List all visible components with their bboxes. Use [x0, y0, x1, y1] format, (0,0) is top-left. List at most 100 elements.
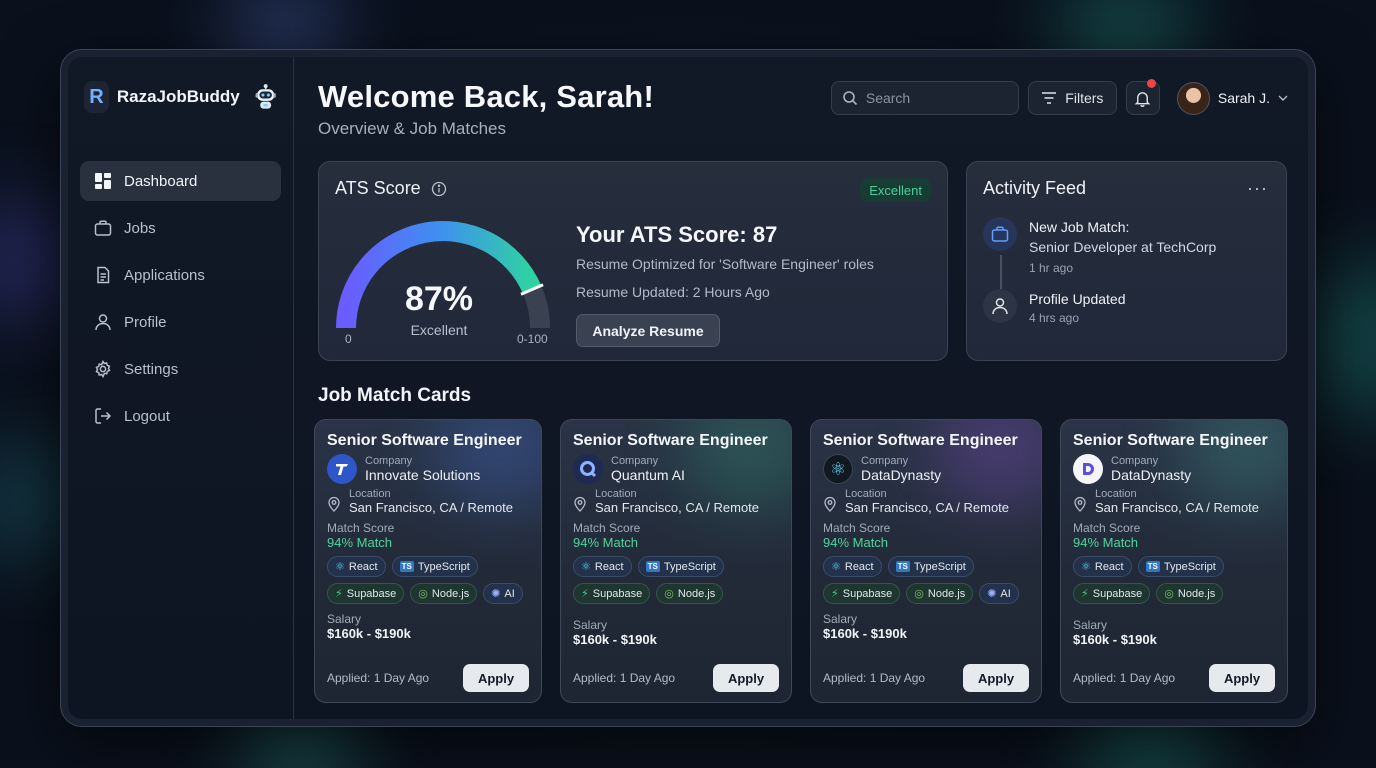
more-icon[interactable]: ··· — [1247, 178, 1268, 199]
tag-label: Supabase — [842, 587, 893, 600]
location-pin-icon — [328, 496, 340, 512]
company-name: DataDynasty — [861, 467, 942, 483]
salary-value: $160k - $190k — [327, 626, 411, 641]
skill-tags: ⚛ React TS TypeScript ⚡ Supabase ◎ Node.js — [573, 556, 779, 604]
brand[interactable]: R RazaJobBuddy — [80, 79, 281, 115]
apply-button[interactable]: Apply — [463, 664, 529, 692]
user-name: Sarah J. — [1217, 90, 1270, 106]
skill-tags: ⚛ React TS TypeScript ⚡ Supabase ◎ Node.js ✺… — [327, 556, 529, 604]
location-pin-icon — [1074, 496, 1086, 512]
tag-react[interactable]: ⚛ React — [327, 556, 386, 577]
chevron-down-icon — [1278, 95, 1288, 101]
react-icon: ⚛ — [831, 561, 841, 573]
tag-typescript[interactable]: TS TypeScript — [637, 556, 724, 577]
page-title: Welcome Back, Sarah! — [318, 79, 654, 114]
tag-label: React — [594, 560, 624, 573]
ats-heading: Your ATS Score: 87 — [576, 222, 778, 247]
sidebar-item-label: Applications — [124, 266, 205, 284]
activity-item[interactable]: Profile Updated 4 hrs ago — [983, 289, 1270, 325]
sidebar-item-jobs[interactable]: Jobs — [80, 208, 281, 248]
match-label: Match Score — [1073, 521, 1141, 535]
job-title: Senior Software Engineer — [573, 432, 768, 449]
tag-supabase[interactable]: ⚡ Supabase — [327, 583, 405, 604]
sidebar-item-label: Profile — [124, 313, 167, 331]
tag-label: Node.js — [927, 587, 966, 600]
job-card[interactable]: Senior Software Engineer Company Quantum… — [560, 419, 792, 703]
gauge-min: 0 — [345, 332, 352, 346]
tag-label: TypeScript — [663, 560, 716, 573]
match-label: Match Score — [573, 521, 641, 535]
gauge-max: 0-100 — [517, 332, 548, 346]
job-location: San Francisco, CA / Remote — [845, 500, 1010, 515]
tag-nodejs[interactable]: ◎ Node.js — [906, 583, 974, 604]
avatar — [1176, 81, 1210, 115]
tag-react[interactable]: ⚛ React — [823, 556, 882, 577]
sidebar-item-dashboard[interactable]: Dashboard — [80, 161, 281, 201]
tag-react[interactable]: ⚛ React — [1073, 556, 1132, 577]
ats-score-card: ATS Score Excellent 87% Excellent 0 0-10… — [318, 161, 948, 361]
activity-item-time: 4 hrs ago — [1029, 311, 1080, 325]
filters-button[interactable]: Filters — [1027, 81, 1117, 115]
job-card[interactable]: Senior Software Engineer Company Innovat… — [314, 419, 542, 703]
applied-date: Applied: 1 Day Ago — [1073, 671, 1176, 685]
info-icon[interactable] — [431, 181, 447, 197]
tag-react[interactable]: ⚛ React — [573, 556, 632, 577]
location-label: Location — [845, 488, 887, 500]
tag-label: Node.js — [677, 587, 716, 600]
activity-item-time: 1 hr ago — [1029, 261, 1074, 275]
nodejs-icon: ◎ — [664, 588, 674, 600]
job-title: Senior Software Engineer — [823, 432, 1018, 449]
apply-button[interactable]: Apply — [963, 664, 1029, 692]
activity-title: Activity Feed — [983, 178, 1087, 198]
resume-updated: Resume Updated: 2 Hours Ago — [576, 284, 770, 300]
search-box[interactable] — [830, 81, 1019, 115]
tag-label: Node.js — [431, 587, 470, 600]
apply-button[interactable]: Apply — [1209, 664, 1275, 692]
company-logo — [1073, 454, 1103, 484]
sidebar-item-label: Jobs — [124, 219, 156, 237]
match-score: 94% Match — [327, 535, 393, 550]
location-pin-icon — [574, 496, 586, 512]
user-menu[interactable]: Sarah J. — [1176, 81, 1288, 115]
nodejs-icon: ◎ — [418, 588, 428, 600]
tag-nodejs[interactable]: ◎ Node.js — [1156, 583, 1224, 604]
tag-ai[interactable]: ✺ AI — [979, 583, 1019, 604]
notifications-button[interactable] — [1125, 79, 1160, 115]
tag-typescript[interactable]: TS TypeScript — [391, 556, 478, 577]
typescript-icon: TS — [645, 561, 660, 572]
activity-item[interactable]: New Job Match: Senior Developer at TechC… — [983, 217, 1270, 291]
company-name: Innovate Solutions — [365, 467, 481, 483]
tag-typescript[interactable]: TS TypeScript — [1137, 556, 1224, 577]
skill-tags: ⚛ React TS TypeScript ⚡ Supabase ◎ Node.js ✺… — [823, 556, 1029, 604]
job-card[interactable]: Senior Software Engineer Company DataDyn… — [1060, 419, 1288, 703]
briefcase-icon — [94, 220, 112, 236]
sidebar-nav: Dashboard Jobs Applications Profile Sett… — [80, 161, 281, 436]
tag-label: AI — [504, 587, 515, 600]
sidebar-item-applications[interactable]: Applications — [80, 255, 281, 295]
app-name: RazaJobBuddy — [116, 87, 240, 106]
tag-label: React — [348, 560, 378, 573]
sidebar-item-profile[interactable]: Profile — [80, 302, 281, 342]
sidebar-item-logout[interactable]: Logout — [80, 396, 281, 436]
timeline-line — [1000, 255, 1002, 291]
tag-nodejs[interactable]: ◎ Node.js — [410, 583, 478, 604]
tag-nodejs[interactable]: ◎ Node.js — [656, 583, 724, 604]
main-content: Welcome Back, Sarah! Overview & Job Matc… — [294, 57, 1308, 719]
search-input[interactable] — [865, 90, 1006, 106]
app-window: R RazaJobBuddy Dashboard Jobs Applicatio… — [68, 57, 1308, 719]
job-title: Senior Software Engineer — [1073, 432, 1268, 449]
apply-button[interactable]: Apply — [713, 664, 779, 692]
sidebar-item-label: Settings — [124, 360, 179, 378]
job-card[interactable]: Senior Software Engineer ⚛ Company DataD… — [810, 419, 1042, 703]
gauge-value: 87% — [404, 280, 474, 318]
filter-icon — [1042, 92, 1057, 104]
tag-supabase[interactable]: ⚡ Supabase — [1073, 583, 1151, 604]
analyze-resume-button[interactable]: Analyze Resume — [576, 314, 720, 347]
filters-label: Filters — [1065, 90, 1104, 106]
sidebar-item-settings[interactable]: Settings — [80, 349, 281, 389]
user-icon — [95, 314, 111, 331]
tag-typescript[interactable]: TS TypeScript — [887, 556, 974, 577]
tag-supabase[interactable]: ⚡ Supabase — [823, 583, 901, 604]
tag-ai[interactable]: ✺ AI — [483, 583, 523, 604]
tag-supabase[interactable]: ⚡ Supabase — [573, 583, 651, 604]
